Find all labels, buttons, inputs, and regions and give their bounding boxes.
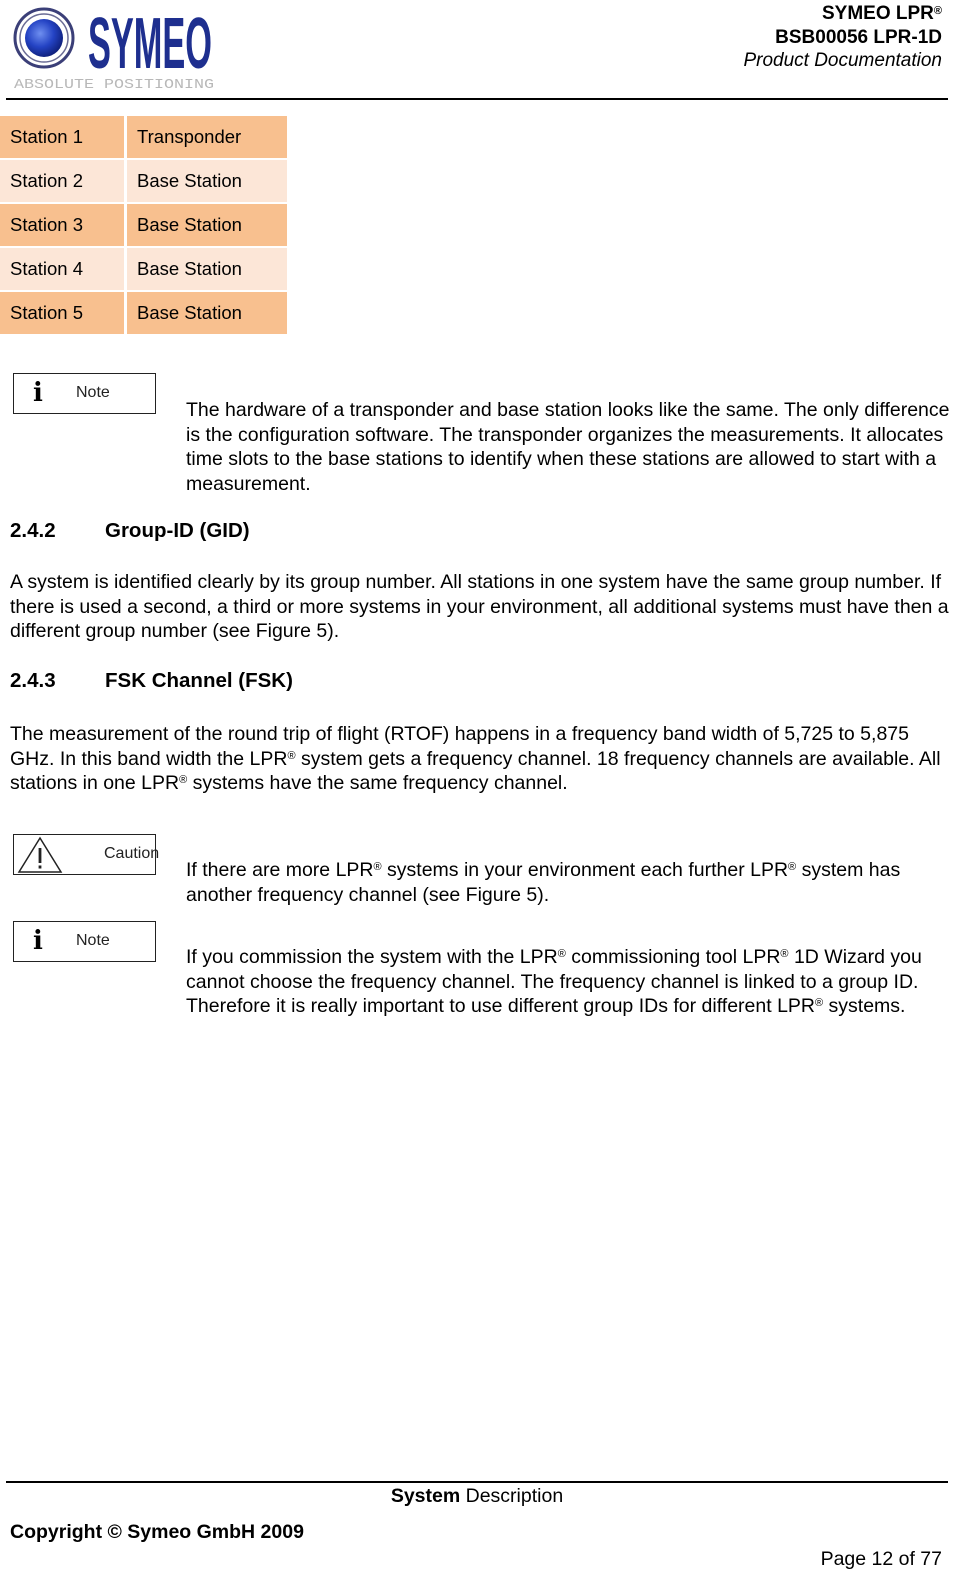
- header-doc-type: Product Documentation: [743, 50, 942, 71]
- note-callout: i Note: [13, 921, 156, 962]
- info-i-icon: i: [33, 926, 43, 956]
- symeo-target-logo-icon: SYMEO ABSOLUTE POSITIONING: [13, 2, 214, 93]
- footer-divider: [6, 1481, 948, 1483]
- header-product-line: SYMEO LPR®: [821, 3, 942, 24]
- caution-text: If there are more LPR® systems in your e…: [186, 859, 901, 906]
- station-role-cell: Base Station: [127, 160, 287, 202]
- station-name-cell: Station 3: [0, 204, 124, 246]
- station-name-cell: Station 4: [0, 248, 124, 290]
- footer-section-name: System Description: [390, 1485, 564, 1507]
- station-name-cell: Station 5: [0, 292, 124, 334]
- station-role-cell: Base Station: [127, 292, 287, 334]
- info-i-icon: i: [33, 378, 43, 408]
- table-row: Station 4 Base Station: [0, 248, 287, 290]
- section-heading-fsk-channel: 2.4.3 FSK Channel (FSK): [10, 669, 293, 692]
- station-role-cell: Base Station: [127, 204, 287, 246]
- table-row: Station 2 Base Station: [0, 160, 287, 202]
- table-row: Station 3 Base Station: [0, 204, 287, 246]
- symeo-logo: SYMEO ABSOLUTE POSITIONING: [12, 2, 217, 93]
- fsk-channel-paragraph: The measurement of the round trip of fli…: [10, 723, 941, 794]
- note-label: Note: [76, 384, 110, 401]
- station-name-cell: Station 2: [0, 160, 124, 202]
- station-name-cell: Station 1: [0, 116, 124, 158]
- logo-tagline-text: ABSOLUTE POSITIONING: [14, 77, 214, 92]
- station-role-cell: Base Station: [127, 248, 287, 290]
- note-callout: i Note: [13, 373, 156, 414]
- header-divider: [6, 98, 948, 100]
- footer-page-number: Page 12 of 77: [820, 1548, 942, 1570]
- table-row: Station 1 Transponder: [0, 116, 287, 158]
- group-id-paragraph: A system is identified clearly by its gr…: [10, 571, 949, 642]
- station-role-table: Station 1 Transponder Station 2 Base Statio…: [0, 114, 290, 336]
- note-label: Note: [76, 932, 110, 949]
- note-hardware-text: The hardware of a transponder and base s…: [186, 399, 950, 495]
- section-heading-group-id: 2.4.2 Group-ID (GID): [10, 519, 250, 542]
- table-row: Station 5 Base Station: [0, 292, 287, 334]
- station-role-cell: Transponder: [127, 116, 287, 158]
- caution-callout: Caution: [13, 834, 160, 875]
- logo-brand-text: SYMEO: [88, 4, 212, 83]
- note-wizard-text: If you commission the system with the LP…: [186, 946, 922, 1017]
- footer-copyright: Copyright © Symeo GmbH 2009: [10, 1521, 304, 1543]
- caution-label: Caution: [104, 845, 160, 862]
- header-doc-id: BSB00056 LPR-1D: [775, 27, 942, 48]
- warning-triangle-icon: [17, 836, 63, 873]
